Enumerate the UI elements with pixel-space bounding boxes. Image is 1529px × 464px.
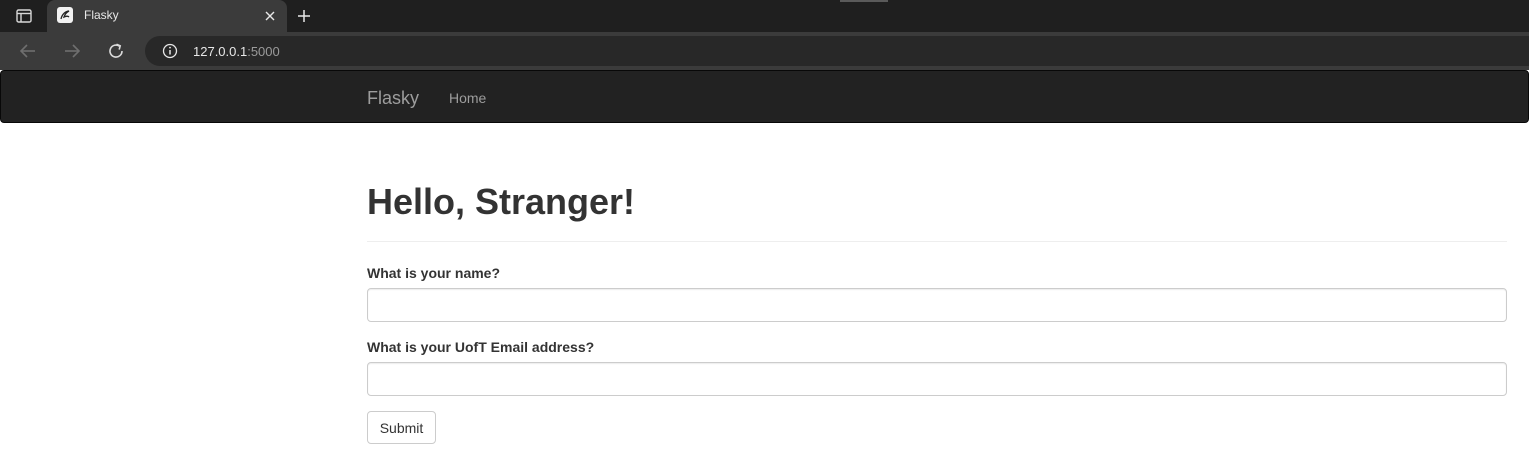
reload-icon[interactable] [105,40,127,62]
browser-tabstrip: Flasky [0,0,1529,32]
close-icon[interactable] [262,8,278,24]
arrow-right-icon[interactable] [61,40,83,62]
plus-icon[interactable] [294,6,314,26]
name-label: What is your name? [367,265,501,281]
address-bar[interactable]: 127.0.0.1:5000 [145,36,1529,66]
site-navbar: Flasky Home [0,70,1529,123]
page-header: Hello, Stranger! [367,180,1507,224]
email-label: What is your UofT Email address? [367,339,595,355]
nav-link-home[interactable]: Home [449,90,486,106]
url-port: :5000 [247,44,280,59]
navbar-brand[interactable]: Flasky [367,88,419,109]
name-input[interactable] [367,288,1507,322]
arrow-left-icon[interactable] [17,40,39,62]
url-host: 127.0.0.1 [193,44,248,59]
browser-toolbar: 127.0.0.1:5000 [0,32,1529,70]
info-icon[interactable] [162,43,178,59]
url-text: 127.0.0.1:5000 [193,44,280,59]
flask-favicon-icon [57,7,73,23]
page-title: Hello, Stranger! [367,181,636,222]
header-divider [367,241,1507,242]
email-input[interactable] [367,362,1507,396]
window-drag-marker [840,0,888,2]
submit-button[interactable]: Submit [367,411,436,444]
tab-title: Flasky [84,8,119,22]
browser-tab-active[interactable]: Flasky [47,0,287,32]
tab-actions-icon[interactable] [12,7,36,25]
